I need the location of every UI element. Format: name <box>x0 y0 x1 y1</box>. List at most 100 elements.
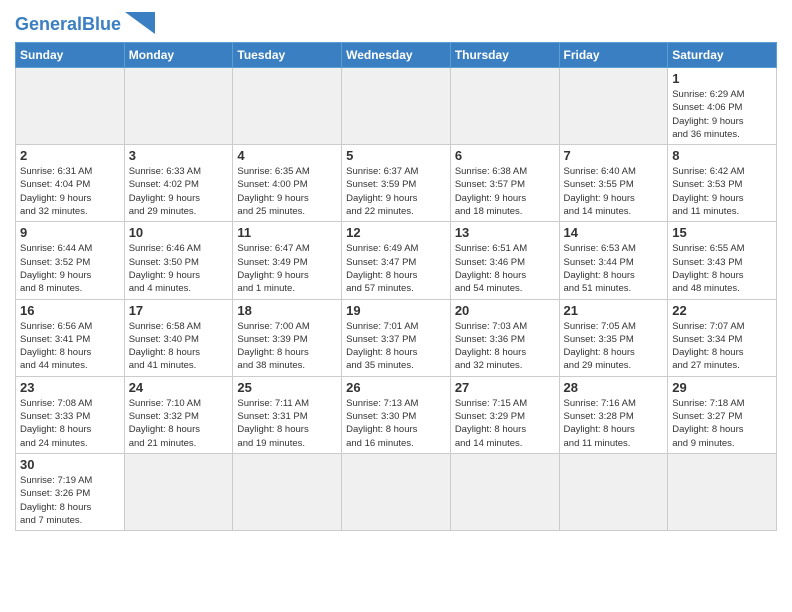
day-info: Sunrise: 6:42 AM Sunset: 3:53 PM Dayligh… <box>672 165 772 218</box>
day-number: 30 <box>20 457 120 472</box>
day-number: 12 <box>346 225 446 240</box>
day-number: 23 <box>20 380 120 395</box>
day-number: 22 <box>672 303 772 318</box>
table-row <box>342 68 451 145</box>
day-number: 3 <box>129 148 229 163</box>
day-info: Sunrise: 6:46 AM Sunset: 3:50 PM Dayligh… <box>129 242 229 295</box>
day-number: 7 <box>564 148 664 163</box>
table-row: 16Sunrise: 6:56 AM Sunset: 3:41 PM Dayli… <box>16 299 125 376</box>
day-number: 20 <box>455 303 555 318</box>
day-info: Sunrise: 6:55 AM Sunset: 3:43 PM Dayligh… <box>672 242 772 295</box>
table-row <box>342 453 451 530</box>
table-row: 3 Sunrise: 6:33 AM Sunset: 4:02 PM Daylig… <box>124 145 233 222</box>
table-row: 20 Sunrise: 7:03 AM Sunset: 3:36 PM Dayli… <box>450 299 559 376</box>
table-row: 23 Sunrise: 7:08 AM Sunset: 3:33 PM Dayli… <box>16 376 125 453</box>
day-info: Sunrise: 6:35 AM Sunset: 4:00 PM Dayligh… <box>237 165 337 218</box>
day-info: Sunrise: 6:40 AM Sunset: 3:55 PM Dayligh… <box>564 165 664 218</box>
day-number: 11 <box>237 225 337 240</box>
logo: GeneralBlue <box>15 14 155 34</box>
table-row <box>233 68 342 145</box>
day-info: Sunrise: 6:44 AM Sunset: 3:52 PM Dayligh… <box>20 242 120 295</box>
logo-general: General <box>15 14 82 34</box>
day-info: Sunrise: 7:08 AM Sunset: 3:33 PM Dayligh… <box>20 397 120 450</box>
day-info: Sunrise: 6:51 AM Sunset: 3:46 PM Dayligh… <box>455 242 555 295</box>
table-row: 19 Sunrise: 7:01 AM Sunset: 3:37 PM Dayli… <box>342 299 451 376</box>
table-row: 5Sunrise: 6:37 AM Sunset: 3:59 PM Daylig… <box>342 145 451 222</box>
day-info: Sunrise: 7:03 AM Sunset: 3:36 PM Dayligh… <box>455 320 555 373</box>
page-header: GeneralBlue <box>15 10 777 34</box>
day-info: Sunrise: 7:10 AM Sunset: 3:32 PM Dayligh… <box>129 397 229 450</box>
day-number: 17 <box>129 303 229 318</box>
table-row: 27 Sunrise: 7:15 AM Sunset: 3:29 PM Dayli… <box>450 376 559 453</box>
col-sunday: Sunday <box>16 43 125 68</box>
day-number: 19 <box>346 303 446 318</box>
table-row: 12 Sunrise: 6:49 AM Sunset: 3:47 PM Dayli… <box>342 222 451 299</box>
day-info: Sunrise: 7:05 AM Sunset: 3:35 PM Dayligh… <box>564 320 664 373</box>
day-info: Sunrise: 7:15 AM Sunset: 3:29 PM Dayligh… <box>455 397 555 450</box>
table-row: 18 Sunrise: 7:00 AM Sunset: 3:39 PM Dayli… <box>233 299 342 376</box>
logo-blue: Blue <box>82 14 121 34</box>
day-info: Sunrise: 6:31 AM Sunset: 4:04 PM Dayligh… <box>20 165 120 218</box>
table-row: 6Sunrise: 6:38 AM Sunset: 3:57 PM Daylig… <box>450 145 559 222</box>
day-info: Sunrise: 7:07 AM Sunset: 3:34 PM Dayligh… <box>672 320 772 373</box>
day-info: Sunrise: 6:58 AM Sunset: 3:40 PM Dayligh… <box>129 320 229 373</box>
day-info: Sunrise: 7:18 AM Sunset: 3:27 PM Dayligh… <box>672 397 772 450</box>
day-number: 15 <box>672 225 772 240</box>
day-number: 9 <box>20 225 120 240</box>
table-row: 9 Sunrise: 6:44 AM Sunset: 3:52 PM Daylig… <box>16 222 125 299</box>
table-row: 17 Sunrise: 6:58 AM Sunset: 3:40 PM Dayli… <box>124 299 233 376</box>
table-row: 10Sunrise: 6:46 AM Sunset: 3:50 PM Dayli… <box>124 222 233 299</box>
logo-text: GeneralBlue <box>15 15 121 33</box>
table-row <box>450 68 559 145</box>
calendar-page: GeneralBlue Sunday Monday Tuesday Wednes… <box>0 0 792 612</box>
day-number: 6 <box>455 148 555 163</box>
day-info: Sunrise: 6:33 AM Sunset: 4:02 PM Dayligh… <box>129 165 229 218</box>
calendar-header-row: Sunday Monday Tuesday Wednesday Thursday… <box>16 43 777 68</box>
day-number: 14 <box>564 225 664 240</box>
col-tuesday: Tuesday <box>233 43 342 68</box>
table-row: 14 Sunrise: 6:53 AM Sunset: 3:44 PM Dayli… <box>559 222 668 299</box>
day-info: Sunrise: 6:53 AM Sunset: 3:44 PM Dayligh… <box>564 242 664 295</box>
table-row: 15 Sunrise: 6:55 AM Sunset: 3:43 PM Dayli… <box>668 222 777 299</box>
day-info: Sunrise: 6:49 AM Sunset: 3:47 PM Dayligh… <box>346 242 446 295</box>
table-row: 13 Sunrise: 6:51 AM Sunset: 3:46 PM Dayli… <box>450 222 559 299</box>
table-row: 24Sunrise: 7:10 AM Sunset: 3:32 PM Dayli… <box>124 376 233 453</box>
day-number: 18 <box>237 303 337 318</box>
table-row: 1 Sunrise: 6:29 AM Sunset: 4:06 PM Daylig… <box>668 68 777 145</box>
logo-icon <box>125 12 155 34</box>
table-row: 11Sunrise: 6:47 AM Sunset: 3:49 PM Dayli… <box>233 222 342 299</box>
table-row <box>668 453 777 530</box>
day-number: 4 <box>237 148 337 163</box>
table-row: 28Sunrise: 7:16 AM Sunset: 3:28 PM Dayli… <box>559 376 668 453</box>
day-number: 8 <box>672 148 772 163</box>
day-info: Sunrise: 6:37 AM Sunset: 3:59 PM Dayligh… <box>346 165 446 218</box>
table-row <box>450 453 559 530</box>
col-friday: Friday <box>559 43 668 68</box>
table-row: 21 Sunrise: 7:05 AM Sunset: 3:35 PM Dayli… <box>559 299 668 376</box>
day-info: Sunrise: 7:13 AM Sunset: 3:30 PM Dayligh… <box>346 397 446 450</box>
day-info: Sunrise: 7:11 AM Sunset: 3:31 PM Dayligh… <box>237 397 337 450</box>
table-row: 25Sunrise: 7:11 AM Sunset: 3:31 PM Dayli… <box>233 376 342 453</box>
table-row <box>16 68 125 145</box>
table-row: 8 Sunrise: 6:42 AM Sunset: 3:53 PM Daylig… <box>668 145 777 222</box>
day-number: 2 <box>20 148 120 163</box>
table-row: 29Sunrise: 7:18 AM Sunset: 3:27 PM Dayli… <box>668 376 777 453</box>
day-info: Sunrise: 7:00 AM Sunset: 3:39 PM Dayligh… <box>237 320 337 373</box>
table-row <box>233 453 342 530</box>
table-row <box>124 68 233 145</box>
day-number: 28 <box>564 380 664 395</box>
col-monday: Monday <box>124 43 233 68</box>
table-row: 4 Sunrise: 6:35 AM Sunset: 4:00 PM Daylig… <box>233 145 342 222</box>
day-info: Sunrise: 6:29 AM Sunset: 4:06 PM Dayligh… <box>672 88 772 141</box>
col-thursday: Thursday <box>450 43 559 68</box>
day-number: 1 <box>672 71 772 86</box>
day-info: Sunrise: 7:01 AM Sunset: 3:37 PM Dayligh… <box>346 320 446 373</box>
table-row <box>559 68 668 145</box>
day-number: 27 <box>455 380 555 395</box>
day-number: 21 <box>564 303 664 318</box>
day-number: 26 <box>346 380 446 395</box>
table-row <box>124 453 233 530</box>
day-number: 13 <box>455 225 555 240</box>
col-saturday: Saturday <box>668 43 777 68</box>
table-row: 2 Sunrise: 6:31 AM Sunset: 4:04 PM Daylig… <box>16 145 125 222</box>
